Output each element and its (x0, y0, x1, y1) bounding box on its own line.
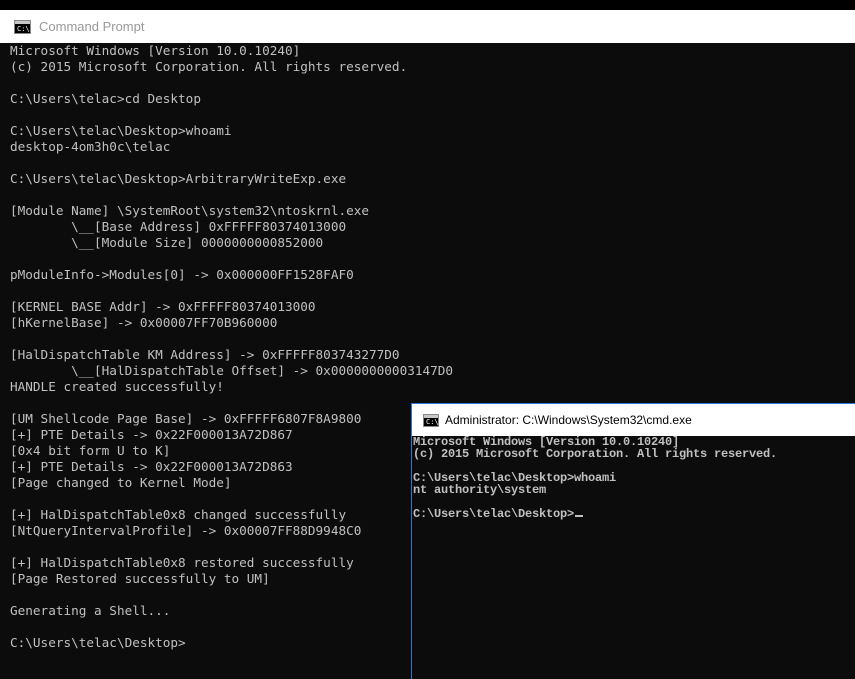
console-line: [KERNEL BASE Addr] -> 0xFFFFF80374013000 (10, 299, 316, 314)
console-line: [hKernelBase] -> 0x00007FF70B960000 (10, 315, 278, 330)
console-line: \__[Module Size] 0000000000852000 (10, 235, 324, 250)
prompt-text: C:\Users\telac\Desktop> (413, 507, 575, 521)
console-line: \__[Base Address] 0xFFFFF80374013000 (10, 219, 347, 234)
window-title: Administrator: C:\Windows\System32\cmd.e… (445, 413, 692, 427)
console-line: [Module Name] \SystemRoot\system32\ntosk… (10, 203, 370, 218)
console-line: pModuleInfo->Modules[0] -> 0x000000FF152… (10, 267, 354, 282)
console-line: nt authority\system (413, 483, 547, 497)
window-title: Command Prompt (39, 19, 145, 34)
console-line: C:\Users\telac\Desktop>ArbitraryWriteExp… (10, 171, 347, 186)
console-output[interactable]: Microsoft Windows [Version 10.0.10240] (c… (412, 436, 855, 679)
console-line: Microsoft Windows [Version 10.0.10240] (10, 43, 301, 58)
admin-cmd-window[interactable]: C:\ Administrator: C:\Windows\System32\c… (411, 403, 855, 679)
console-line: HANDLE created successfully! (10, 379, 224, 394)
console-line: [HalDispatchTable KM Address] -> 0xFFFFF… (10, 347, 400, 362)
cmd-icon: C:\ (14, 19, 31, 34)
title-bar[interactable]: C:\ Command Prompt (0, 10, 855, 43)
console-line: desktop-4om3h0c\telac (10, 139, 171, 154)
console-line: C:\Users\telac\Desktop>whoami (10, 123, 232, 138)
command-prompt-line[interactable]: C:\Users\telac\Desktop> (413, 508, 855, 520)
cmd-icon: C:\ (423, 413, 439, 427)
console-line: C:\Users\telac>cd Desktop (10, 91, 201, 106)
console-line: (c) 2015 Microsoft Corporation. All righ… (413, 447, 778, 461)
text-cursor (575, 515, 584, 517)
console-line: \__[HalDispatchTable Offset] -> 0x000000… (10, 363, 454, 378)
console-line: (c) 2015 Microsoft Corporation. All righ… (10, 59, 408, 74)
title-bar[interactable]: C:\ Administrator: C:\Windows\System32\c… (412, 404, 855, 436)
